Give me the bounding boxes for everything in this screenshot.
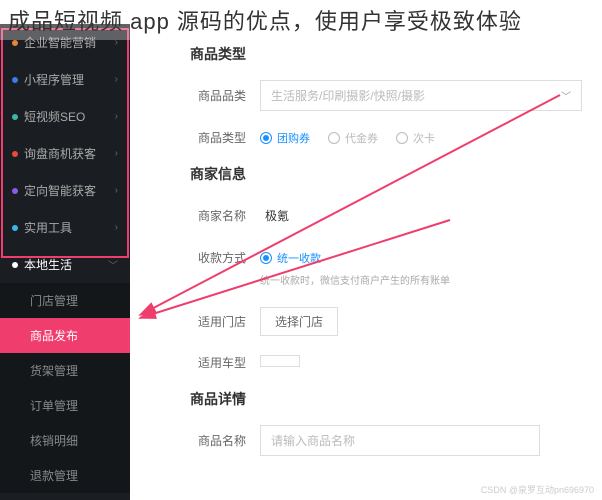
section-product-detail: 商品详情 <box>190 389 582 409</box>
watermark: CSDN @泉罗互动pn696970 <box>481 483 594 496</box>
dot-icon <box>12 225 18 231</box>
chevron-right-icon: › <box>115 111 118 122</box>
sidebar-item-system[interactable]: 系统管理 › <box>0 493 130 500</box>
sidebar-item-seo[interactable]: 短视频SEO › <box>0 98 130 135</box>
radio-label: 团购券 <box>277 130 310 146</box>
sidebar: 企业智能营销 › 小程序管理 › 短视频SEO › 询盘商机获客 › 定向智能获… <box>0 24 130 500</box>
label-payment: 收款方式 <box>150 249 260 266</box>
radio-unified-payment[interactable]: 统一收款 <box>260 250 321 266</box>
sidebar-label: 本地生活 <box>24 256 72 273</box>
select-car-type[interactable] <box>260 355 300 367</box>
dot-icon <box>12 114 18 120</box>
dot-icon <box>12 262 18 268</box>
sidebar-item-targeting[interactable]: 定向智能获客 › <box>0 172 130 209</box>
chevron-right-icon: › <box>115 74 118 85</box>
radio-icon <box>328 132 340 144</box>
section-merchant: 商家信息 <box>190 164 582 184</box>
label-merchant-name: 商家名称 <box>150 207 260 224</box>
chevron-right-icon: › <box>115 222 118 233</box>
sub-item-orders[interactable]: 订单管理 <box>0 388 130 423</box>
label-category: 商品品类 <box>150 87 260 104</box>
radio-groupbuy[interactable]: 团购券 <box>260 130 310 146</box>
page-title: 成品短视频 app 源码的优点，使用户享受极致体验 <box>0 0 602 40</box>
product-name-input[interactable]: 请输入商品名称 <box>260 425 540 456</box>
chevron-right-icon: › <box>115 148 118 159</box>
label-product-name: 商品名称 <box>150 432 260 449</box>
radio-voucher[interactable]: 代金券 <box>328 130 378 146</box>
sidebar-label: 实用工具 <box>24 219 72 236</box>
sidebar-label: 短视频SEO <box>24 108 85 125</box>
sidebar-label: 小程序管理 <box>24 71 84 88</box>
label-stores: 适用门店 <box>150 313 260 330</box>
sub-item-product-publish[interactable]: 商品发布 <box>0 318 130 353</box>
label-type: 商品类型 <box>150 129 260 146</box>
submenu: 门店管理 商品发布 货架管理 订单管理 核销明细 退款管理 <box>0 283 130 493</box>
sub-item-shelf[interactable]: 货架管理 <box>0 353 130 388</box>
dot-icon <box>12 40 18 46</box>
sidebar-item-tools[interactable]: 实用工具 › <box>0 209 130 246</box>
sub-item-verify[interactable]: 核销明细 <box>0 423 130 458</box>
radio-label: 代金券 <box>345 130 378 146</box>
payment-helper: 统一收款时，微信支付商户产生的所有账单 <box>260 272 582 287</box>
label-car-type: 适用车型 <box>150 354 260 371</box>
radio-label: 次卡 <box>413 130 435 146</box>
section-product-type: 商品类型 <box>190 44 582 64</box>
sidebar-item-local-life[interactable]: 本地生活 ﹀ <box>0 246 130 283</box>
chevron-right-icon: › <box>115 185 118 196</box>
sidebar-item-leads[interactable]: 询盘商机获客 › <box>0 135 130 172</box>
chevron-down-icon: ﹀ <box>561 88 571 103</box>
input-placeholder: 请输入商品名称 <box>271 432 355 449</box>
category-select[interactable]: 生活服务/印刷摄影/快照/摄影 ﹀ <box>260 80 582 111</box>
radio-card[interactable]: 次卡 <box>396 130 435 146</box>
sidebar-label: 定向智能获客 <box>24 182 96 199</box>
sidebar-label: 询盘商机获客 <box>24 145 96 162</box>
select-placeholder: 生活服务/印刷摄影/快照/摄影 <box>271 87 425 104</box>
sub-item-refund[interactable]: 退款管理 <box>0 458 130 493</box>
sub-item-stores[interactable]: 门店管理 <box>0 283 130 318</box>
sidebar-item-miniprogram[interactable]: 小程序管理 › <box>0 61 130 98</box>
radio-icon <box>396 132 408 144</box>
radio-icon <box>260 252 272 264</box>
dot-icon <box>12 188 18 194</box>
chevron-down-icon: ﹀ <box>108 257 118 272</box>
select-stores-button[interactable]: 选择门店 <box>260 307 338 336</box>
dot-icon <box>12 151 18 157</box>
dot-icon <box>12 77 18 83</box>
radio-label: 统一收款 <box>277 250 321 266</box>
merchant-name-input[interactable]: 极氪 <box>260 200 480 231</box>
radio-icon <box>260 132 272 144</box>
main-content: 商品类型 商品品类 生活服务/印刷摄影/快照/摄影 ﹀ 商品类型 团购券 代金券 <box>130 24 602 500</box>
